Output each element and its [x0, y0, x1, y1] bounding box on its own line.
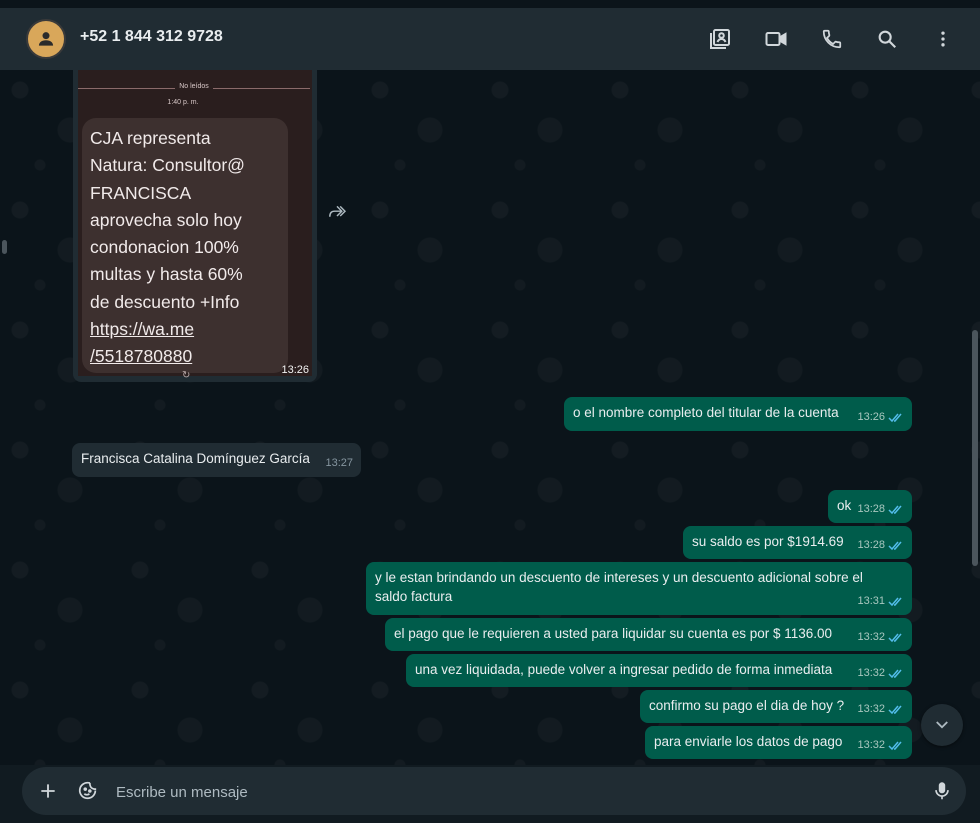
message-time: 13:32 — [857, 703, 885, 715]
chat-header: +52 1 844 312 9728 — [0, 8, 980, 70]
avatar[interactable] — [26, 19, 66, 59]
message-time: 13:32 — [857, 631, 885, 643]
composer — [22, 767, 966, 815]
message-time: 13:26 — [857, 411, 885, 423]
forward-icon[interactable] — [325, 200, 349, 224]
sms-text: CJA representa Natura: Consultor@ FRANCI… — [90, 128, 245, 312]
contact-card-icon[interactable] — [707, 26, 733, 52]
message-time: 13:28 — [857, 539, 885, 551]
sms-link-2: /5518780880 — [90, 346, 193, 367]
attach-plus-icon[interactable] — [36, 779, 60, 803]
read-ticks-icon — [888, 669, 902, 679]
message-bubble-out[interactable]: confirmo su pago el dia de hoy ? 13:32 — [640, 690, 912, 723]
phone-icon[interactable] — [819, 26, 845, 52]
message-text: o el nombre completo del titular de la c… — [573, 405, 839, 420]
read-ticks-icon — [888, 597, 902, 607]
read-ticks-icon — [888, 541, 902, 551]
person-icon — [38, 32, 54, 46]
message-bubble-out[interactable]: el pago que le requieren a usted para li… — [385, 618, 912, 651]
sms-bubble: CJA representa Natura: Consultor@ FRANCI… — [82, 118, 288, 373]
message-time: 13:28 — [857, 503, 885, 515]
message-bubble-out[interactable]: o el nombre completo del titular de la c… — [564, 397, 912, 431]
read-ticks-icon — [888, 505, 902, 515]
message-bubble-out[interactable]: su saldo es por $1914.69 13:28 — [683, 526, 912, 559]
message-bubble-out[interactable]: una vez liquidada, puede volver a ingres… — [406, 654, 912, 687]
refresh-icon: ↻ — [182, 370, 191, 381]
unread-label: No leídos — [175, 83, 213, 90]
chevron-down-icon — [936, 721, 948, 729]
search-icon[interactable] — [874, 26, 900, 52]
window-top-edge — [0, 0, 980, 8]
microphone-icon[interactable] — [930, 779, 954, 803]
sms-link-1: https://wa.me — [90, 319, 195, 340]
message-bubble-out[interactable]: y le estan brindando un descuento de int… — [366, 562, 912, 615]
contact-name[interactable]: +52 1 844 312 9728 — [80, 28, 223, 46]
message-time: 13:27 — [325, 457, 353, 469]
message-input[interactable] — [114, 775, 918, 809]
video-call-icon[interactable] — [763, 26, 789, 52]
read-ticks-icon — [888, 633, 902, 643]
message-bubble-out[interactable]: para enviarle los datos de pago 13:32 — [645, 726, 912, 759]
message-time: 13:31 — [857, 595, 885, 607]
message-text: Francisca Catalina Domínguez García — [81, 451, 310, 466]
scroll-to-bottom-button[interactable] — [921, 704, 963, 746]
side-scroll-handle[interactable] — [2, 240, 7, 254]
message-list[interactable]: No leídos 1:40 p. m. CJA representa Natu… — [0, 70, 980, 765]
composer-bar — [0, 765, 980, 823]
read-ticks-icon — [888, 413, 902, 423]
message-time: 13:26 — [281, 364, 309, 376]
message-text: su saldo es por $1914.69 — [692, 534, 844, 549]
message-time: 13:32 — [857, 667, 885, 679]
sms-screenshot: No leídos 1:40 p. m. CJA representa Natu… — [78, 70, 312, 381]
sticker-icon[interactable] — [76, 779, 100, 803]
message-text: una vez liquidada, puede volver a ingres… — [415, 662, 833, 677]
message-text: ok — [837, 498, 852, 513]
message-time: 13:32 — [857, 739, 885, 751]
screenshot-time: 1:40 p. m. — [167, 99, 199, 106]
message-text: el pago que le requieren a usted para li… — [394, 626, 833, 641]
message-text: para enviarle los datos de pago — [654, 734, 843, 749]
message-bubble-in[interactable]: Francisca Catalina Domínguez García 13:2… — [72, 443, 361, 477]
message-text: y le estan brindando un descuento de int… — [375, 570, 863, 604]
read-ticks-icon — [888, 741, 902, 751]
more-vert-icon[interactable] — [930, 26, 956, 52]
message-bubble-out[interactable]: ok 13:28 — [828, 490, 912, 523]
scrollbar-thumb[interactable] — [972, 330, 978, 566]
message-text: confirmo su pago el dia de hoy ? — [649, 698, 845, 713]
image-message[interactable]: No leídos 1:40 p. m. CJA representa Natu… — [73, 70, 317, 382]
read-ticks-icon — [888, 705, 902, 715]
